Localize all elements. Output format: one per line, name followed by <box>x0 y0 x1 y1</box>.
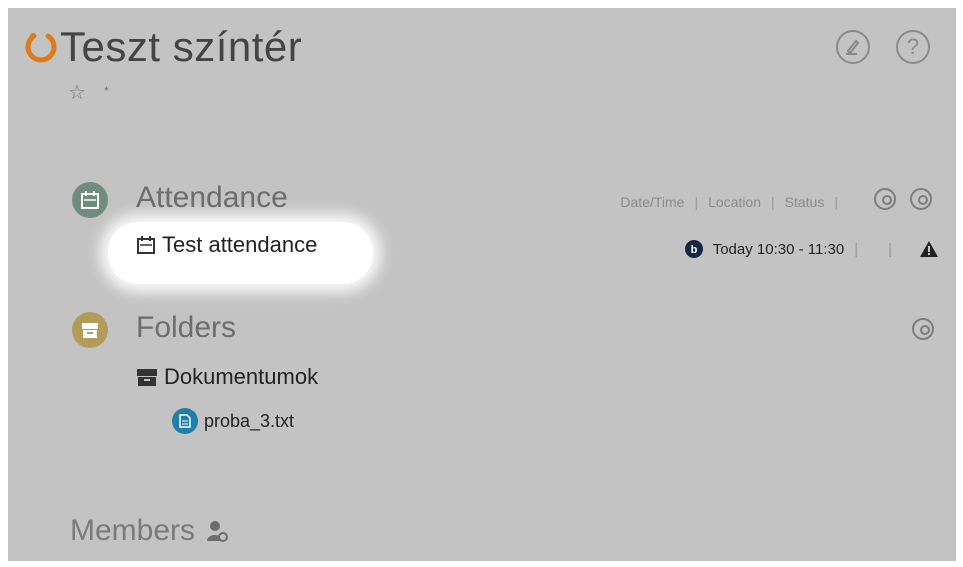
edit-button[interactable] <box>836 30 870 64</box>
attendance-title: Attendance <box>136 181 288 214</box>
folder-item-name: Dokumentumok <box>164 364 319 389</box>
page-frame: Teszt színtér ☆ * ? Attendance Date/Time… <box>8 8 956 561</box>
members-section: Members <box>70 514 229 548</box>
attendance-section-icon <box>72 182 108 218</box>
edit-icon <box>846 39 860 55</box>
star-icon[interactable]: ☆ <box>68 80 86 105</box>
folders-add-icon[interactable] <box>912 318 934 340</box>
page-title: Teszt színtér <box>60 23 303 70</box>
folder-item[interactable]: Dokumentumok <box>136 364 318 390</box>
folders-title: Folders <box>136 311 237 344</box>
calendar-icon <box>81 191 99 209</box>
file-icon <box>172 408 198 434</box>
svg-text:b: b <box>690 244 697 256</box>
attendance-add-icon[interactable] <box>910 188 932 210</box>
file-item[interactable]: proba_3.txt <box>172 408 294 434</box>
logo-icon <box>25 33 57 63</box>
bigbluebutton-icon: b <box>684 240 703 258</box>
attendance-item-info: b Today 10:30 - 11:30 | | <box>684 240 938 258</box>
attendance-refresh-icon[interactable] <box>874 188 896 210</box>
folders-section-icon <box>72 312 108 348</box>
col-date-time[interactable]: Date/Time <box>620 194 684 210</box>
file-item-name: proba_3.txt <box>204 410 295 431</box>
warning-icon[interactable] <box>920 241 938 257</box>
calendar-icon <box>137 236 155 254</box>
archive-icon <box>82 323 98 338</box>
help-button[interactable]: ? <box>896 30 930 64</box>
help-icon: ? <box>906 34 920 59</box>
asterisk-text: * <box>103 83 109 98</box>
attendance-item-time: Today 10:30 - 11:30 <box>712 240 845 258</box>
col-status[interactable]: Status <box>785 194 825 210</box>
col-location[interactable]: Location <box>708 194 761 210</box>
attendance-item[interactable]: Test attendance <box>136 232 317 258</box>
attendance-columns: Date/Time | Location | Status | <box>620 194 838 210</box>
add-member-icon[interactable] <box>205 519 229 543</box>
attendance-item-name: Test attendance <box>162 232 318 257</box>
members-title: Members <box>70 514 196 547</box>
archive-icon <box>137 369 157 386</box>
